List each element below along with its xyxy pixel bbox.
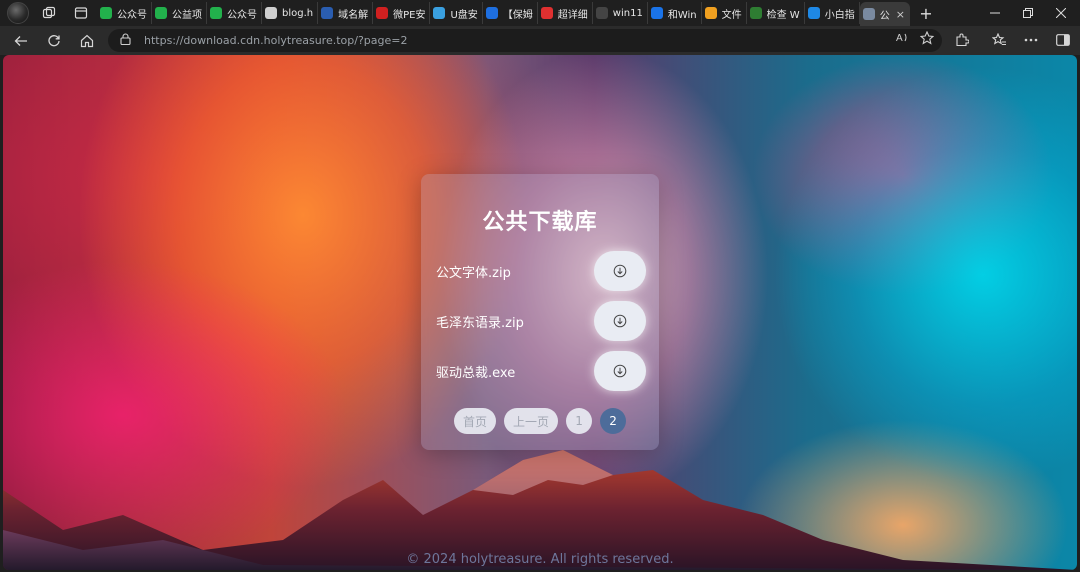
browser-tab[interactable]: 和Win bbox=[648, 2, 702, 24]
tab-favicon-icon bbox=[265, 7, 277, 19]
browser-tab[interactable]: 检查 W bbox=[747, 2, 805, 24]
browser-toolbar: https://download.cdn.holytreasure.top/?p… bbox=[0, 26, 1080, 55]
browser-tab[interactable]: 公众号 bbox=[207, 2, 262, 24]
home-icon[interactable] bbox=[74, 29, 100, 53]
tab-actions-icon[interactable] bbox=[69, 2, 93, 24]
refresh-icon[interactable] bbox=[41, 29, 67, 53]
tab-close-icon[interactable]: × bbox=[896, 8, 905, 21]
file-name: 驱动总裁.exe bbox=[436, 365, 516, 381]
address-bar[interactable]: https://download.cdn.holytreasure.top/?p… bbox=[108, 29, 942, 52]
favorite-star-icon[interactable] bbox=[919, 30, 935, 48]
browser-tab[interactable]: 文件 bbox=[702, 2, 747, 24]
close-window-icon[interactable] bbox=[1042, 0, 1080, 26]
more-options-icon[interactable] bbox=[1018, 28, 1044, 52]
browser-tab[interactable]: 公益项 bbox=[152, 2, 207, 24]
tab-favicon-icon bbox=[540, 7, 553, 19]
tab-label: 公 bbox=[879, 10, 890, 22]
browser-tab[interactable]: 超详细 bbox=[538, 2, 593, 24]
browser-tab[interactable]: 微PE安 bbox=[373, 2, 431, 24]
download-button[interactable] bbox=[594, 251, 646, 291]
extensions-icon[interactable] bbox=[949, 28, 975, 52]
tab-favicon-icon bbox=[807, 7, 820, 19]
back-icon[interactable] bbox=[8, 29, 34, 53]
tab-label: 微PE安 bbox=[393, 9, 426, 21]
new-tab-button[interactable]: + bbox=[916, 4, 936, 23]
download-card: 公共下载库 公文字体.zip 毛泽东语录.zip 驱动总裁.exe 首页 上一页… bbox=[421, 174, 659, 450]
tab-favicon-icon bbox=[376, 7, 389, 19]
browser-tab[interactable]: 【保姆 bbox=[483, 2, 538, 24]
url-text[interactable]: https://download.cdn.holytreasure.top/?p… bbox=[144, 34, 408, 47]
svg-text:A: A bbox=[896, 33, 903, 44]
browser-tab[interactable]: U盘安 bbox=[430, 2, 483, 24]
tab-favicon-icon bbox=[210, 7, 222, 19]
file-row: 毛泽东语录.zip bbox=[436, 301, 646, 341]
browser-tab[interactable]: 域名解 bbox=[318, 2, 374, 24]
pagination: 首页 上一页 1 2 bbox=[421, 408, 659, 434]
tab-favicon-icon bbox=[749, 7, 762, 19]
tab-label: win11 bbox=[612, 7, 643, 19]
first-page-button[interactable]: 首页 bbox=[453, 408, 496, 434]
tab-list: 公众号 公益项 公众号 blog.h 域名解 微PE安 U盘安 【保姆 超详细 win11 和Win… bbox=[97, 0, 910, 26]
tab-label: U盘安 bbox=[450, 9, 478, 21]
tab-favicon-icon bbox=[595, 7, 608, 19]
sidebar-toggle-icon[interactable] bbox=[1050, 28, 1076, 52]
download-button[interactable] bbox=[594, 351, 646, 391]
tab-label: blog.h bbox=[282, 7, 314, 19]
lock-icon[interactable] bbox=[120, 33, 134, 48]
browser-tab[interactable]: 公众号 bbox=[97, 2, 152, 24]
read-aloud-icon[interactable]: A bbox=[896, 31, 910, 48]
file-row: 驱动总裁.exe bbox=[436, 351, 646, 391]
tab-label: 域名解 bbox=[338, 9, 369, 21]
page-viewport: 公共下载库 公文字体.zip 毛泽东语录.zip 驱动总裁.exe 首页 上一页… bbox=[3, 55, 1077, 570]
tab-label: 公众号 bbox=[227, 9, 257, 21]
tab-label: 公益项 bbox=[172, 9, 202, 21]
file-row: 公文字体.zip bbox=[436, 251, 646, 291]
tab-favicon-icon bbox=[862, 8, 875, 20]
download-icon bbox=[613, 364, 627, 378]
download-button[interactable] bbox=[594, 301, 646, 341]
file-name: 毛泽东语录.zip bbox=[436, 315, 524, 331]
download-icon bbox=[613, 314, 627, 328]
browser-tab[interactable]: 公 × bbox=[859, 2, 910, 26]
current-page-button[interactable]: 2 bbox=[600, 408, 627, 434]
favorites-icon[interactable] bbox=[986, 28, 1012, 52]
tab-favicon-icon bbox=[704, 7, 717, 19]
tab-label: 小白指 bbox=[824, 9, 855, 21]
tab-label: 文件 bbox=[721, 9, 742, 21]
footer-copyright: © 2024 holytreasure. All rights reserved… bbox=[406, 552, 674, 567]
tab-strip: 公众号 公益项 公众号 blog.h 域名解 微PE安 U盘安 【保姆 超详细 win11 和Win… bbox=[0, 0, 1080, 26]
tab-label: 超详细 bbox=[557, 9, 588, 21]
browser-tab[interactable]: 小白指 bbox=[805, 2, 860, 24]
profile-avatar[interactable] bbox=[7, 2, 29, 24]
page-title: 公共下载库 bbox=[482, 210, 598, 235]
browser-tab[interactable]: win11 bbox=[593, 2, 648, 24]
tab-favicon-icon bbox=[650, 7, 663, 19]
download-icon bbox=[613, 264, 627, 278]
browser-tab[interactable]: blog.h bbox=[262, 2, 319, 24]
tab-favicon-icon bbox=[155, 7, 167, 19]
tab-favicon-icon bbox=[100, 7, 112, 19]
page-number-button[interactable]: 1 bbox=[566, 408, 593, 434]
tab-label: 和Win bbox=[667, 9, 697, 21]
tab-label: 【保姆 bbox=[502, 9, 533, 21]
file-name: 公文字体.zip bbox=[436, 265, 511, 281]
tab-label: 公众号 bbox=[117, 9, 147, 21]
tab-label: 检查 W bbox=[766, 9, 800, 21]
prev-page-button[interactable]: 上一页 bbox=[504, 408, 559, 434]
workspaces-icon[interactable] bbox=[37, 2, 61, 24]
tab-favicon-icon bbox=[321, 7, 334, 19]
tab-favicon-icon bbox=[485, 7, 498, 19]
tab-favicon-icon bbox=[433, 7, 446, 19]
